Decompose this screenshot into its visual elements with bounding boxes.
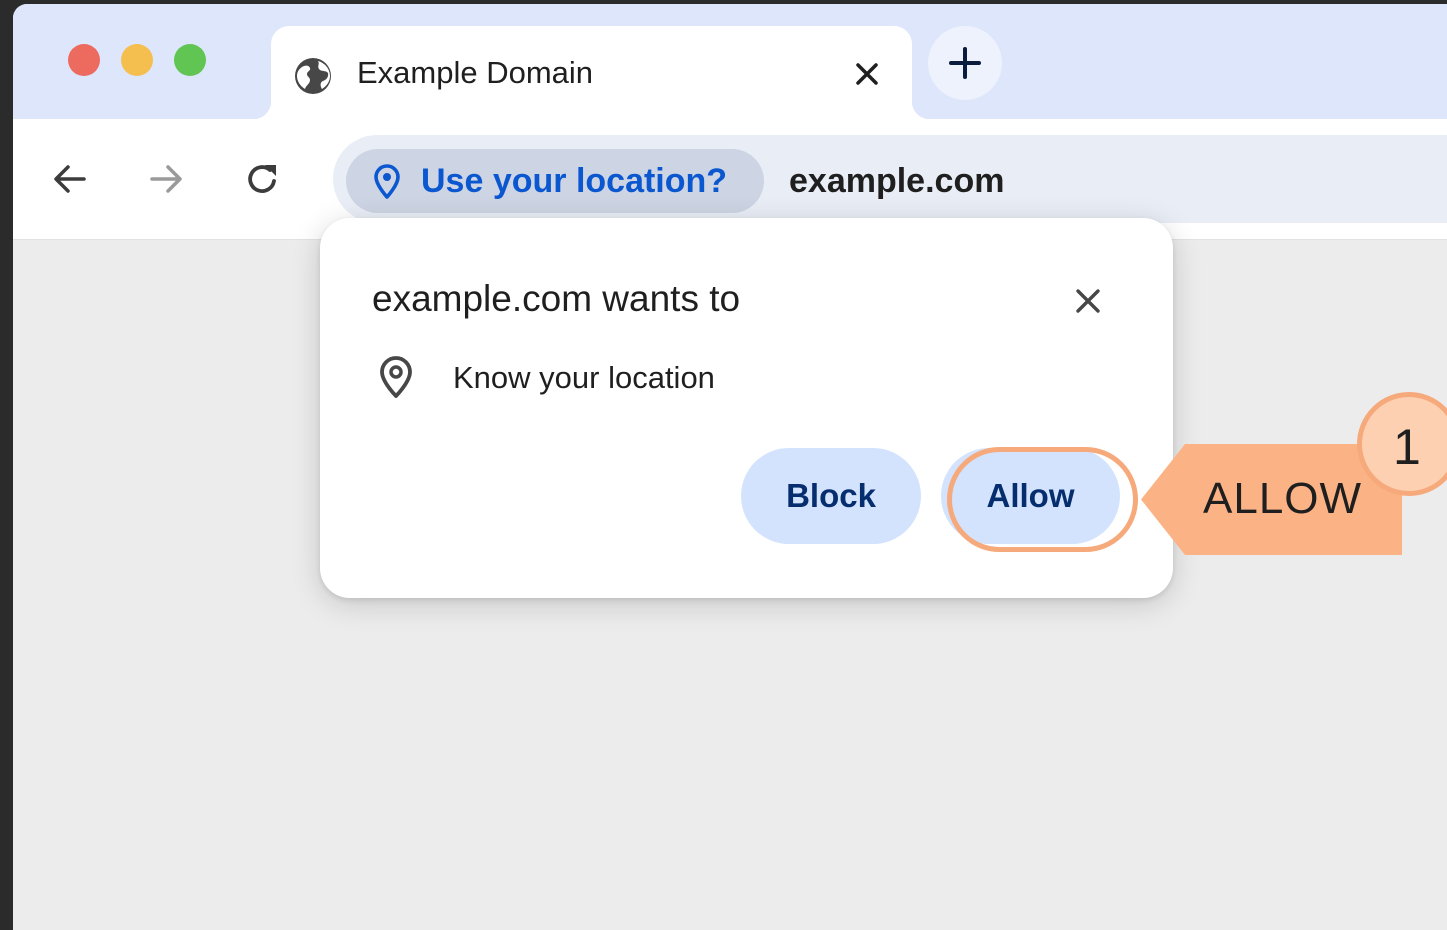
back-arrow-icon[interactable] (50, 159, 90, 199)
reload-icon[interactable] (243, 159, 283, 199)
close-icon[interactable] (852, 59, 882, 89)
location-permission-chip[interactable]: Use your location? (346, 149, 764, 213)
block-button[interactable]: Block (741, 448, 921, 544)
prompt-title: example.com wants to (372, 278, 741, 319)
location-pin-icon (380, 356, 412, 398)
maximize-window-button[interactable] (174, 44, 206, 76)
allow-highlight-ring (947, 447, 1138, 552)
close-window-button[interactable] (68, 44, 100, 76)
location-pin-icon (374, 164, 400, 199)
omnibox[interactable]: Use your location? example.com (333, 135, 1447, 223)
forward-arrow-icon[interactable] (146, 159, 186, 199)
url-text[interactable]: example.com (789, 162, 1004, 201)
globe-icon (295, 58, 331, 94)
step-number: 1 (1393, 419, 1421, 475)
tab-example-domain[interactable]: Example Domain (253, 26, 930, 119)
location-chip-label: Use your location? (421, 162, 728, 200)
new-tab-button[interactable] (928, 26, 1002, 100)
minimize-window-button[interactable] (121, 44, 153, 76)
plus-icon (949, 47, 981, 79)
tab-strip: Example Domain (13, 4, 1447, 119)
callout-label: ALLOW (1203, 474, 1363, 523)
tab-title: Example Domain (357, 55, 594, 90)
close-icon[interactable] (1073, 286, 1103, 316)
permission-label: Know your location (453, 360, 715, 395)
